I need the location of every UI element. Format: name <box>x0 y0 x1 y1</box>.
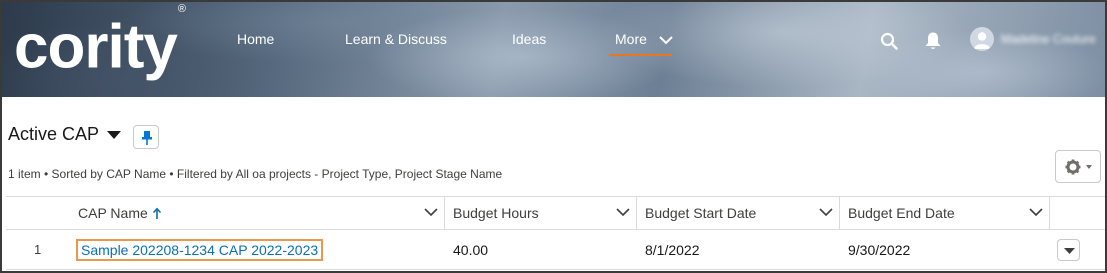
caret-down-icon <box>1064 248 1075 254</box>
budget-end-date-cell: 9/30/2022 <box>848 242 911 258</box>
trademark: ® <box>177 3 186 15</box>
active-nav-indicator <box>609 54 672 56</box>
column-header-budget-end-date[interactable]: Budget End Date <box>840 197 1049 230</box>
list-view-picker-icon[interactable] <box>107 131 121 140</box>
sort-ascending-icon[interactable] <box>152 207 162 220</box>
app-frame: cority® Home Learn & Discuss Ideas More … <box>0 0 1107 273</box>
header-banner: cority® Home Learn & Discuss Ideas More … <box>2 2 1105 97</box>
table-row: 1 Sample 202208-1234 CAP 2022-2023 40.00… <box>6 230 1105 270</box>
nav-home[interactable]: Home <box>237 30 274 48</box>
column-divider <box>1049 197 1050 230</box>
user-name[interactable]: Madeline Couture <box>1001 32 1096 46</box>
chevron-down-icon[interactable] <box>424 208 438 217</box>
cap-name-link[interactable]: Sample 202208-1234 CAP 2022-2023 <box>76 239 324 261</box>
column-label: Budget End Date <box>848 205 955 221</box>
row-number: 1 <box>34 242 42 257</box>
bell-icon[interactable] <box>924 31 942 51</box>
chevron-down-icon[interactable] <box>616 208 630 217</box>
nav-more-label: More <box>615 31 647 47</box>
user-icon <box>974 32 990 49</box>
nav-learn-discuss[interactable]: Learn & Discuss <box>345 30 447 48</box>
column-label: CAP Name <box>78 205 148 221</box>
chevron-down-icon[interactable] <box>1029 208 1043 217</box>
nav-ideas[interactable]: Ideas <box>512 30 546 48</box>
row-actions-button[interactable] <box>1057 239 1080 261</box>
caret-down-icon <box>1086 165 1092 169</box>
gear-icon <box>1065 159 1092 175</box>
list-view-info: 1 item • Sorted by CAP Name • Filtered b… <box>8 167 503 181</box>
list-view-controls-button[interactable] <box>1055 150 1101 183</box>
column-header-cap-name[interactable]: CAP Name <box>70 197 444 230</box>
column-header-budget-hours[interactable]: Budget Hours <box>445 197 636 230</box>
budget-hours-cell: 40.00 <box>453 242 489 258</box>
cority-logo[interactable]: cority® <box>14 3 186 83</box>
avatar[interactable] <box>970 27 994 51</box>
budget-start-date-cell: 8/1/2022 <box>645 242 700 258</box>
table-header: CAP Name Budget Hours Budget Start Date <box>6 196 1105 230</box>
nav-more[interactable]: More <box>615 30 673 48</box>
column-header-budget-start-date[interactable]: Budget Start Date <box>637 197 839 230</box>
pin-icon <box>142 131 152 145</box>
pin-list-button[interactable] <box>133 125 159 149</box>
chevron-down-icon <box>659 36 673 45</box>
column-label: Budget Start Date <box>645 205 757 221</box>
logo-text: cority <box>14 12 178 82</box>
search-icon[interactable] <box>880 32 898 50</box>
list-view-title: Active CAP <box>8 124 100 144</box>
column-label: Budget Hours <box>453 205 539 221</box>
chevron-down-icon[interactable] <box>819 208 833 217</box>
